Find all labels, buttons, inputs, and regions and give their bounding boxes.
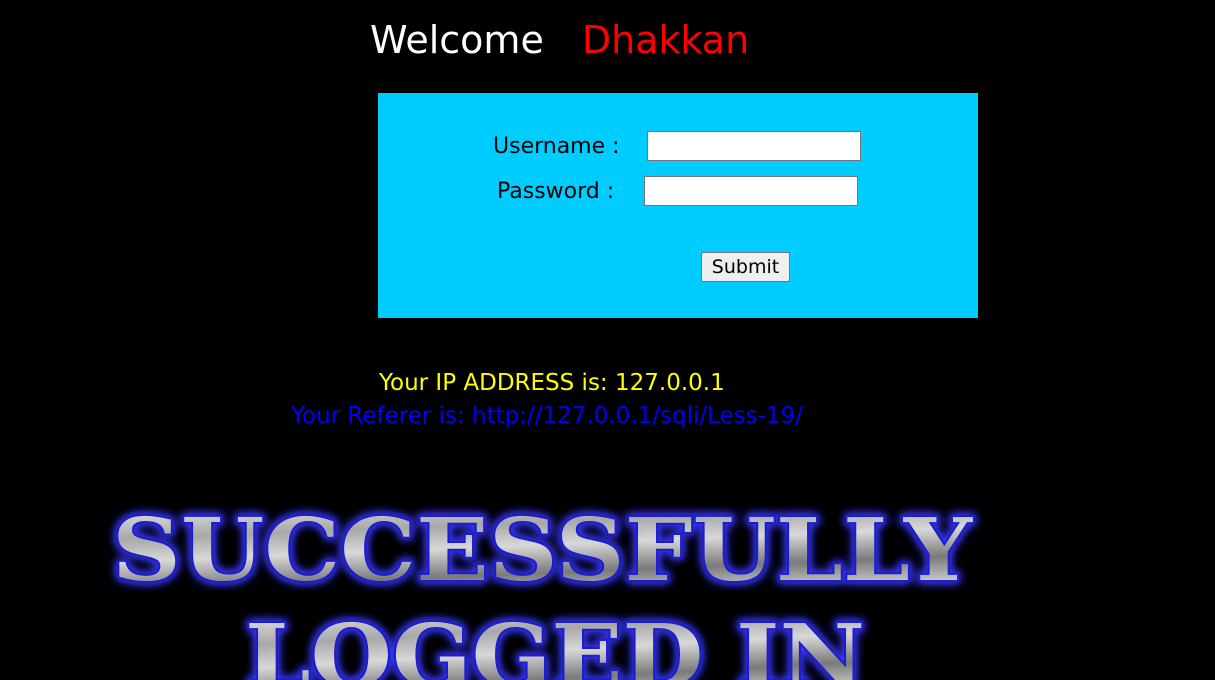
success-line-1: SUCCESSFULLY — [112, 500, 974, 601]
user-name: Dhakkan — [581, 18, 750, 62]
referer-text: Your Referer is: http://127.0.0.1/sqli/L… — [291, 403, 803, 429]
success-line-2: LOGGED IN — [245, 606, 865, 680]
submit-button[interactable]: Submit — [701, 252, 790, 282]
password-input[interactable] — [644, 176, 858, 206]
password-label: Password : — [497, 179, 615, 204]
welcome-heading: Welcome Dhakkan — [370, 14, 749, 66]
welcome-text: Welcome — [370, 18, 544, 62]
username-label: Username : — [493, 134, 620, 159]
ip-address-text: Your IP ADDRESS is: 127.0.0.1 — [379, 370, 725, 396]
login-form: Username : Password : Submit — [378, 93, 978, 318]
success-logged-in-image: SUCCESSFULLY LOGGED IN — [110, 500, 976, 680]
username-input[interactable] — [647, 131, 861, 161]
